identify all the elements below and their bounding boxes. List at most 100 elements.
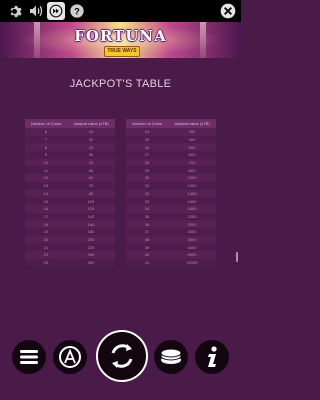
table-row: 13 70 bbox=[25, 181, 115, 190]
table-row: 36 2500 bbox=[126, 220, 216, 228]
jackpot-value-cell: 40 bbox=[67, 158, 115, 167]
speaker-icon[interactable] bbox=[27, 2, 45, 20]
table-row: 30 1000 bbox=[126, 174, 216, 182]
coins-cell: 32 bbox=[126, 189, 168, 198]
table-row: 10 40 bbox=[25, 158, 115, 167]
table-header-row: Number of Coins Jackpot value (xTB) bbox=[126, 119, 216, 128]
jackpot-value-cell: 1000 bbox=[168, 174, 216, 182]
jackpot-value-cell: 220 bbox=[67, 243, 115, 251]
jackpot-value-cell: 100 bbox=[67, 197, 115, 205]
jackpot-value-cell: 300 bbox=[67, 258, 115, 267]
table-row: 40 5000 bbox=[126, 251, 216, 259]
coins-cell: 36 bbox=[126, 220, 168, 228]
menu-icon bbox=[20, 350, 38, 364]
jackpot-value-cell: 25 bbox=[67, 143, 115, 152]
coins-cell: 23 bbox=[25, 258, 67, 267]
coin-bet-icon bbox=[160, 348, 182, 364]
table-row: 29 800 bbox=[126, 166, 216, 175]
table-row: 37 3000 bbox=[126, 227, 216, 236]
jackpot-value-cell: 250 bbox=[67, 251, 115, 259]
jackpot-value-cell: 2500 bbox=[168, 220, 216, 228]
jackpot-value-cell: 4000 bbox=[168, 243, 216, 251]
info-button[interactable] bbox=[195, 340, 229, 374]
info-icon bbox=[208, 346, 217, 367]
jackpot-value-cell: 500 bbox=[168, 143, 216, 152]
jackpot-value-cell: 800 bbox=[168, 166, 216, 175]
jackpot-value-cell: 140 bbox=[67, 212, 115, 221]
coins-cell: 7 bbox=[25, 135, 67, 144]
table-row: 11 50 bbox=[25, 166, 115, 175]
jackpot-value-cell: 60 bbox=[67, 174, 115, 182]
column-header-jackpot: Jackpot value (xTB) bbox=[67, 119, 115, 128]
game-logo-subtitle: TRUE WAYS bbox=[104, 46, 140, 57]
jackpot-value-cell: 3500 bbox=[168, 235, 216, 244]
table-row: 26 500 bbox=[126, 143, 216, 152]
table-row: 12 60 bbox=[25, 174, 115, 182]
coins-cell: 17 bbox=[25, 212, 67, 221]
coins-cell: 12 bbox=[25, 174, 67, 182]
autoplay-icon bbox=[59, 346, 81, 368]
scrollbar-thumb[interactable] bbox=[236, 252, 238, 262]
coins-cell: 29 bbox=[126, 166, 168, 175]
spin-button[interactable] bbox=[96, 330, 148, 382]
coins-cell: 25 bbox=[126, 135, 168, 144]
coins-cell: 18 bbox=[25, 220, 67, 228]
menu-button[interactable] bbox=[12, 340, 46, 374]
svg-text:?: ? bbox=[74, 6, 80, 16]
jackpot-value-cell: 1400 bbox=[168, 189, 216, 198]
coins-cell: 35 bbox=[126, 212, 168, 221]
coins-cell: 38 bbox=[126, 235, 168, 244]
coins-cell: 33 bbox=[126, 197, 168, 205]
coins-cell: 21 bbox=[25, 243, 67, 251]
coins-cell: 14 bbox=[25, 189, 67, 198]
table-row: 28 700 bbox=[126, 158, 216, 167]
game-logo-title: FORTUNA bbox=[74, 27, 167, 45]
table-row: 27 600 bbox=[126, 151, 216, 159]
coins-cell: 30 bbox=[126, 174, 168, 182]
jackpot-value-cell: 1800 bbox=[168, 204, 216, 213]
jackpot-value-cell: 400 bbox=[168, 135, 216, 144]
coins-cell: 40 bbox=[126, 251, 168, 259]
table-row: 18 160 bbox=[25, 220, 115, 228]
autoplay-button[interactable] bbox=[53, 340, 87, 374]
help-icon[interactable]: ? bbox=[68, 2, 86, 20]
jackpot-value-cell: 5000 bbox=[168, 251, 216, 259]
table-row: 38 3500 bbox=[126, 235, 216, 244]
jackpot-value-cell: 30 bbox=[67, 151, 115, 159]
coins-cell: 41 bbox=[126, 258, 168, 267]
coins-cell: 6 bbox=[25, 128, 67, 136]
column-header-coins: Number of Coins bbox=[126, 119, 168, 128]
table-row: 33 1600 bbox=[126, 197, 216, 205]
gear-icon[interactable] bbox=[5, 2, 23, 20]
table-row: 31 1200 bbox=[126, 181, 216, 190]
game-banner: FORTUNA TRUE WAYS bbox=[0, 22, 241, 58]
coins-cell: 31 bbox=[126, 181, 168, 190]
close-icon[interactable] bbox=[219, 2, 237, 20]
coins-cell: 19 bbox=[25, 227, 67, 236]
jackpot-value-cell: 160 bbox=[67, 220, 115, 228]
jackpot-value-cell: 20 bbox=[67, 135, 115, 144]
table-row: 14 80 bbox=[25, 189, 115, 198]
table-row: 24 350 bbox=[126, 128, 216, 136]
jackpot-value-cell: 2000 bbox=[168, 212, 216, 221]
spin-icon bbox=[111, 344, 133, 368]
table-row: 41 10000 bbox=[126, 258, 216, 267]
coins-cell: 20 bbox=[25, 235, 67, 244]
coins-cell: 15 bbox=[25, 197, 67, 205]
table-row: 8 25 bbox=[25, 143, 115, 152]
coins-cell: 24 bbox=[126, 128, 168, 136]
jackpot-value-cell: 70 bbox=[67, 181, 115, 190]
jackpot-value-cell: 600 bbox=[168, 151, 216, 159]
table-row: 20 200 bbox=[25, 235, 115, 244]
table-row: 6 15 bbox=[25, 128, 115, 136]
jackpot-value-cell: 180 bbox=[67, 227, 115, 236]
coins-cell: 9 bbox=[25, 151, 67, 159]
table-row: 17 140 bbox=[25, 212, 115, 221]
table-row: 22 250 bbox=[25, 251, 115, 259]
jackpot-table-right: Number of Coins Jackpot value (xTB) 24 35… bbox=[126, 119, 216, 267]
jackpot-value-cell: 350 bbox=[168, 128, 216, 136]
table-row: 25 400 bbox=[126, 135, 216, 144]
bet-button[interactable] bbox=[154, 340, 188, 374]
fast-forward-icon[interactable] bbox=[47, 2, 65, 20]
coins-cell: 28 bbox=[126, 158, 168, 167]
